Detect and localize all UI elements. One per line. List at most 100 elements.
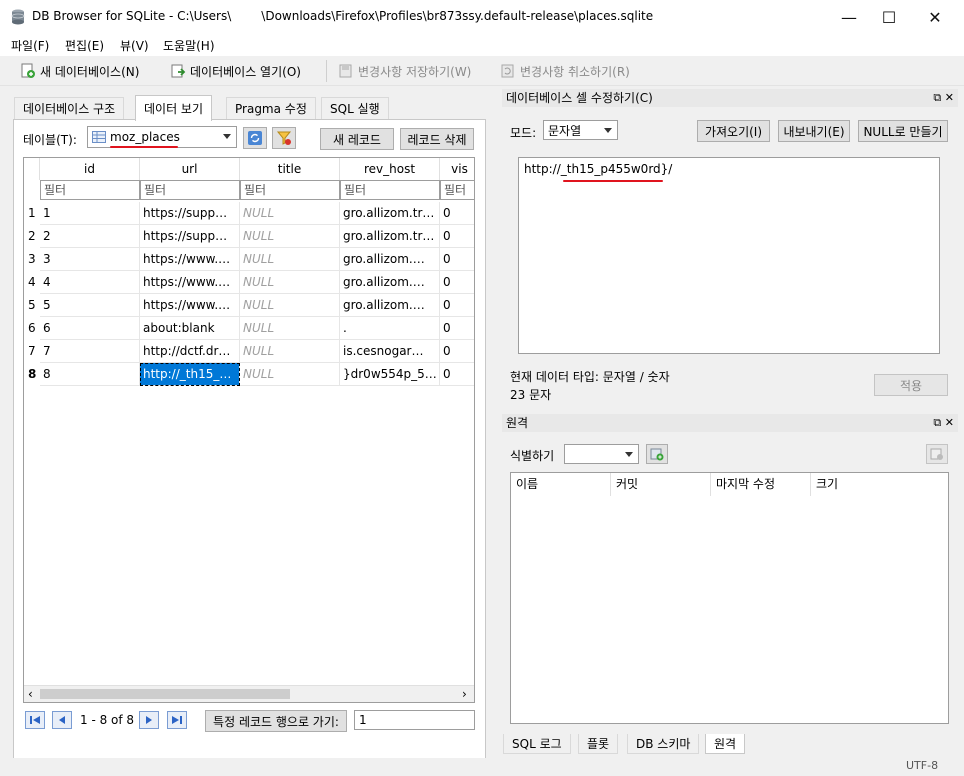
column-header-title[interactable]: title [240, 158, 340, 180]
table-cell-rev-host[interactable]: . [340, 317, 440, 340]
table-cell-title[interactable]: NULL [240, 225, 340, 248]
table-cell-vis[interactable]: 0 [440, 271, 474, 294]
add-identity-button[interactable] [646, 444, 668, 464]
filter-input-visit-count[interactable]: 필터 [440, 180, 474, 200]
clear-filters-button[interactable] [272, 127, 296, 149]
table-cell-url[interactable]: https://supp… [140, 225, 240, 248]
goto-record-input[interactable]: 1 [354, 710, 475, 730]
tab-remote[interactable]: 원격 [705, 734, 746, 754]
column-header-rev-host[interactable]: rev_host [340, 158, 440, 180]
next-record-button[interactable] [139, 711, 159, 729]
menu-help[interactable]: 도움말(H) [163, 37, 215, 54]
table-cell-url[interactable]: https://www.… [140, 294, 240, 317]
menu-view[interactable]: 뷰(V) [120, 37, 149, 54]
last-record-button[interactable] [167, 711, 187, 729]
write-changes-button[interactable]: 변경사항 저장하기(W) [338, 61, 471, 81]
table-cell-url[interactable]: https://www.… [140, 271, 240, 294]
table-cell-rev-host[interactable]: is.cesnogar… [340, 340, 440, 363]
table-cell-id[interactable]: 7 [40, 340, 140, 363]
tab-edit-pragmas[interactable]: Pragma 수정 [226, 97, 316, 119]
row-header[interactable]: 1 [24, 202, 40, 225]
table-cell-title[interactable]: NULL [240, 294, 340, 317]
menu-edit[interactable]: 편집(E) [65, 37, 104, 54]
column-header-url[interactable]: url [140, 158, 240, 180]
horizontal-scrollbar[interactable]: ‹ › [24, 685, 474, 702]
table-cell-title[interactable]: NULL [240, 340, 340, 363]
filter-input-id[interactable]: 필터 [40, 180, 140, 200]
table-cell-rev-host[interactable]: gro.allizom.tr… [340, 225, 440, 248]
float-dock-icon[interactable]: ⧉ [933, 91, 941, 104]
tab-db-schema[interactable]: DB 스키마 [627, 734, 700, 754]
table-cell-title[interactable]: NULL [240, 202, 340, 225]
scroll-right-icon[interactable]: › [462, 687, 467, 701]
previous-record-button[interactable] [52, 711, 72, 729]
remote-column-size[interactable]: 크기 [811, 473, 948, 496]
table-cell-title[interactable]: NULL [240, 317, 340, 340]
table-cell-id[interactable]: 5 [40, 294, 140, 317]
table-cell-vis[interactable]: 0 [440, 202, 474, 225]
table-cell-rev-host[interactable]: gro.allizom.… [340, 271, 440, 294]
table-cell-id[interactable]: 2 [40, 225, 140, 248]
export-button[interactable]: 내보내기(E) [778, 120, 850, 142]
tab-execute-sql[interactable]: SQL 실행 [321, 97, 389, 119]
table-cell-vis[interactable]: 0 [440, 317, 474, 340]
close-dock-icon[interactable]: ✕ [945, 91, 954, 104]
table-cell-id[interactable]: 8 [40, 363, 140, 386]
new-database-button[interactable]: 새 데이터베이스(N) [20, 61, 139, 81]
remote-open-button[interactable] [926, 444, 948, 464]
table-cell-id[interactable]: 6 [40, 317, 140, 340]
tab-browse-data[interactable]: 데이터 보기 [135, 95, 213, 121]
table-cell-rev-host[interactable]: gro.allizom.tr… [340, 202, 440, 225]
table-cell-vis[interactable]: 0 [440, 363, 474, 386]
identity-select[interactable] [564, 444, 639, 464]
table-cell-rev-host[interactable]: }dr0w554p_5… [340, 363, 440, 386]
table-cell-title[interactable]: NULL [240, 271, 340, 294]
cell-editor-textarea[interactable]: http://_th15_p455w0rd}/ [518, 157, 940, 354]
table-cell-url[interactable]: https://www.… [140, 248, 240, 271]
delete-record-button[interactable]: 레코드 삭제 [400, 128, 474, 150]
table-cell-vis[interactable]: 0 [440, 340, 474, 363]
revert-changes-button[interactable]: 변경사항 취소하기(R) [500, 61, 630, 81]
refresh-button[interactable] [243, 127, 267, 149]
apply-button[interactable]: 적용 [874, 374, 948, 396]
menu-file[interactable]: 파일(F) [11, 37, 49, 54]
column-header-visit-count[interactable]: vis [440, 158, 474, 180]
table-cell-url[interactable]: https://supp… [140, 202, 240, 225]
tab-plot[interactable]: 플롯 [578, 734, 619, 754]
table-cell-vis[interactable]: 0 [440, 225, 474, 248]
table-cell-title[interactable]: NULL [240, 248, 340, 271]
row-header[interactable]: 6 [24, 317, 40, 340]
column-header-id[interactable]: id [40, 158, 140, 180]
table-cell-id[interactable]: 4 [40, 271, 140, 294]
first-record-button[interactable] [25, 711, 45, 729]
import-button[interactable]: 가져오기(I) [697, 120, 770, 142]
scrollbar-thumb[interactable] [40, 689, 290, 699]
table-cell-id[interactable]: 1 [40, 202, 140, 225]
table-select[interactable]: moz_places [87, 126, 237, 148]
table-cell-rev-host[interactable]: gro.allizom.… [340, 248, 440, 271]
float-dock-icon[interactable]: ⧉ [933, 416, 941, 429]
table-cell-id[interactable]: 3 [40, 248, 140, 271]
row-header[interactable]: 5 [24, 294, 40, 317]
table-cell-rev-host[interactable]: gro.allizom.… [340, 294, 440, 317]
filter-input-rev-host[interactable]: 필터 [340, 180, 440, 200]
row-header[interactable]: 7 [24, 340, 40, 363]
filter-input-title[interactable]: 필터 [240, 180, 340, 200]
tab-database-structure[interactable]: 데이터베이스 구조 [14, 97, 125, 119]
maximize-button[interactable]: ☐ [866, 0, 912, 34]
goto-record-button[interactable]: 특정 레코드 행으로 가기: [205, 710, 347, 732]
open-database-button[interactable]: 데이터베이스 열기(O) [170, 61, 301, 81]
filter-input-url[interactable]: 필터 [140, 180, 240, 200]
table-cell-url[interactable]: http://_th15_… [140, 363, 240, 386]
scroll-left-icon[interactable]: ‹ [28, 687, 33, 701]
remote-column-last-modified[interactable]: 마지막 수정 [711, 473, 811, 496]
table-cell-url[interactable]: http://dctf.dr… [140, 340, 240, 363]
close-button[interactable]: ✕ [912, 0, 958, 34]
table-cell-vis[interactable]: 0 [440, 248, 474, 271]
table-cell-vis[interactable]: 0 [440, 294, 474, 317]
remote-column-commit[interactable]: 커밋 [611, 473, 711, 496]
remote-column-name[interactable]: 이름 [511, 473, 611, 496]
row-header[interactable]: 4 [24, 271, 40, 294]
tab-sql-log[interactable]: SQL 로그 [503, 734, 571, 754]
close-dock-icon[interactable]: ✕ [945, 416, 954, 429]
